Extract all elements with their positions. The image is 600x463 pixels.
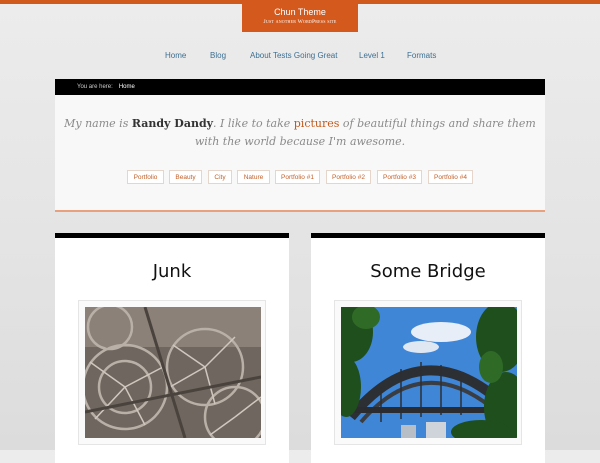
tag-portfolio[interactable]: Portfolio bbox=[127, 170, 164, 184]
intro-box: You are here: Home My name is Randy Dandy… bbox=[55, 79, 545, 212]
tag-portfolio-2[interactable]: Portfolio #2 bbox=[326, 170, 371, 184]
site-tagline: Just another WordPress site bbox=[263, 19, 337, 25]
nav-item-home[interactable]: Home bbox=[165, 51, 186, 60]
tag-portfolio-4[interactable]: Portfolio #4 bbox=[428, 170, 473, 184]
nav-item-blog[interactable]: Blog bbox=[210, 51, 226, 60]
intro-prefix: My name is bbox=[64, 117, 132, 130]
bridge-photo-icon bbox=[341, 307, 517, 438]
main-navigation: Home Blog About Tests Going Great Level … bbox=[0, 51, 600, 63]
post-card-some-bridge: Some Bridge bbox=[311, 233, 545, 463]
breadcrumb-current[interactable]: Home bbox=[119, 84, 135, 90]
nav-item-formats[interactable]: Formats bbox=[407, 51, 436, 60]
wheels-photo-icon bbox=[85, 307, 261, 438]
post-card-junk: Junk bbox=[55, 233, 289, 463]
post-thumbnail-frame[interactable] bbox=[334, 300, 522, 445]
post-title[interactable]: Some Bridge bbox=[311, 261, 545, 282]
tag-nature[interactable]: Nature bbox=[237, 170, 270, 184]
breadcrumb: You are here: Home bbox=[55, 79, 545, 95]
tag-city[interactable]: City bbox=[208, 170, 232, 184]
nav-item-level-1[interactable]: Level 1 bbox=[359, 51, 385, 60]
tag-beauty[interactable]: Beauty bbox=[169, 170, 202, 184]
breadcrumb-label: You are here: bbox=[77, 84, 113, 90]
tag-portfolio-3[interactable]: Portfolio #3 bbox=[377, 170, 422, 184]
intro-middle: . I like to take bbox=[213, 117, 294, 130]
site-title[interactable]: Chun Theme bbox=[242, 7, 358, 18]
site-branding[interactable]: Chun Theme Just another WordPress site bbox=[242, 0, 358, 32]
tag-portfolio-1[interactable]: Portfolio #1 bbox=[275, 170, 320, 184]
nav-item-about[interactable]: About Tests Going Great bbox=[250, 51, 337, 60]
post-title[interactable]: Junk bbox=[55, 261, 289, 282]
post-thumbnail-frame[interactable] bbox=[78, 300, 266, 445]
intro-text: My name is Randy Dandy. I like to take p… bbox=[55, 115, 545, 151]
pictures-link[interactable]: pictures bbox=[294, 117, 340, 130]
author-name: Randy Dandy bbox=[131, 117, 214, 130]
